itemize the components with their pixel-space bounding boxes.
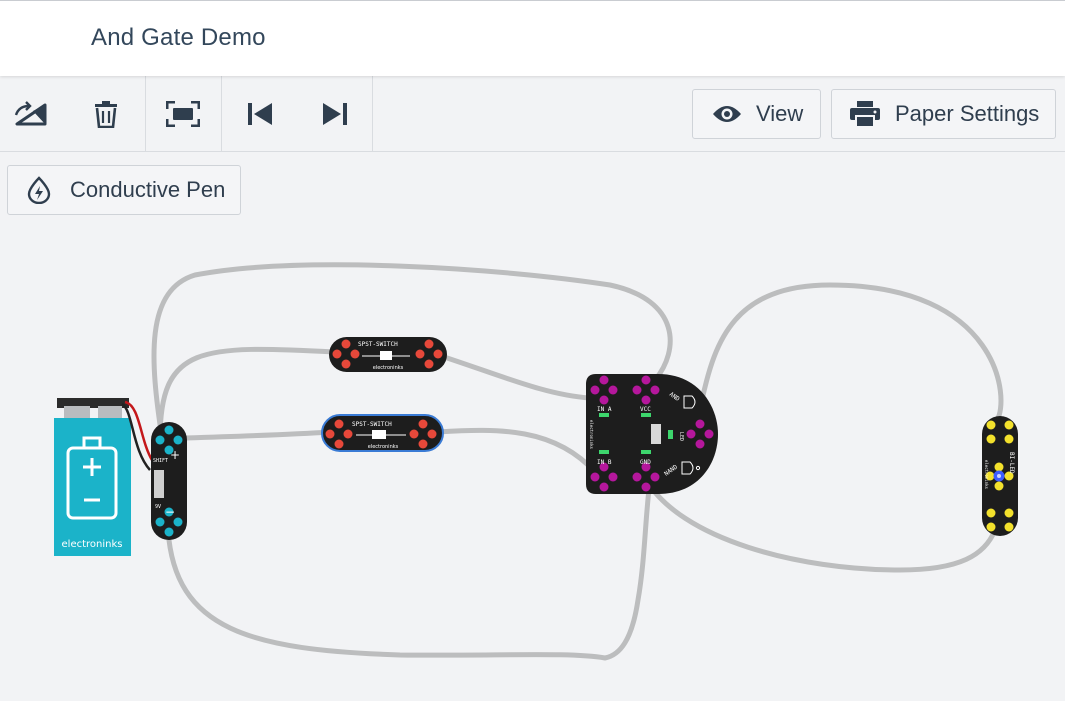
- view-button[interactable]: View: [692, 89, 821, 139]
- delete-button[interactable]: [82, 76, 130, 152]
- printer-icon: [849, 100, 881, 128]
- battery[interactable]: electroninks: [54, 398, 154, 556]
- conductive-pen-label: Conductive Pen: [70, 177, 226, 202]
- led-board-brand: electroninks: [984, 460, 989, 489]
- switch-top-brand: electroninks: [373, 365, 404, 371]
- switch-bottom-label: SPST-SWITCH: [352, 421, 392, 428]
- switch-top[interactable]: SPST-SWITCH electroninks: [329, 337, 447, 372]
- gate-label-gnd: GND: [640, 459, 651, 466]
- switch-bottom[interactable]: SPST-SWITCH electroninks: [321, 414, 444, 452]
- and-gate-board[interactable]: IN A VCC IN B GND AND NAND LED electroni…: [586, 374, 718, 494]
- fit-screen-icon: [166, 101, 200, 127]
- circuit-canvas[interactable]: electroninks + − SHIFT 9V SPST-SWITCH el…: [0, 152, 1065, 701]
- skip-forward-button[interactable]: [311, 76, 359, 152]
- page-title: And Gate Demo: [91, 24, 266, 51]
- led-board[interactable]: BI-LED electroninks: [982, 416, 1018, 536]
- toolbar-divider: [221, 76, 222, 152]
- view-label: View: [756, 101, 804, 126]
- title-bar: And Gate Demo: [0, 0, 1065, 76]
- toolbar-divider: [372, 76, 373, 152]
- battery-brand: electroninks: [62, 539, 123, 550]
- toolbar: View Paper Settings: [0, 76, 1065, 152]
- paper-settings-label: Paper Settings: [895, 101, 1040, 126]
- flip-triangle-icon: [13, 101, 51, 127]
- skip-back-icon: [247, 102, 273, 126]
- minus-sign: −: [165, 505, 175, 519]
- paper-settings-button[interactable]: Paper Settings: [831, 89, 1056, 139]
- skip-forward-icon: [322, 102, 348, 126]
- toolbar-divider: [145, 76, 146, 152]
- switch-bottom-brand: electroninks: [368, 444, 399, 450]
- trash-icon: [94, 100, 118, 128]
- switch-top-label: SPST-SWITCH: [358, 341, 398, 348]
- fit-screen-button[interactable]: [159, 76, 207, 152]
- holder-label-bottom: 9V: [155, 504, 161, 510]
- gate-label-in-a: IN A: [597, 406, 612, 413]
- gate-label-led: LED: [678, 432, 684, 441]
- gate-label-vcc: VCC: [640, 406, 651, 413]
- gate-label-in-b: IN B: [597, 459, 612, 466]
- battery-holder-board[interactable]: + − SHIFT 9V: [151, 422, 187, 540]
- flip-button[interactable]: [8, 76, 56, 152]
- plus-sign: +: [170, 448, 180, 462]
- gate-brand: electroninks: [589, 420, 594, 449]
- conductive-pen-button[interactable]: Conductive Pen: [7, 165, 241, 215]
- conductive-traces[interactable]: [151, 262, 1004, 661]
- led-board-label: BI-LED: [1008, 452, 1015, 474]
- holder-label-top: SHIFT: [153, 458, 168, 464]
- skip-back-button[interactable]: [236, 76, 284, 152]
- circuit-drawing[interactable]: electroninks + − SHIFT 9V SPST-SWITCH el…: [0, 152, 1065, 701]
- conductive-drop-icon: [26, 176, 52, 204]
- eye-icon: [712, 104, 742, 124]
